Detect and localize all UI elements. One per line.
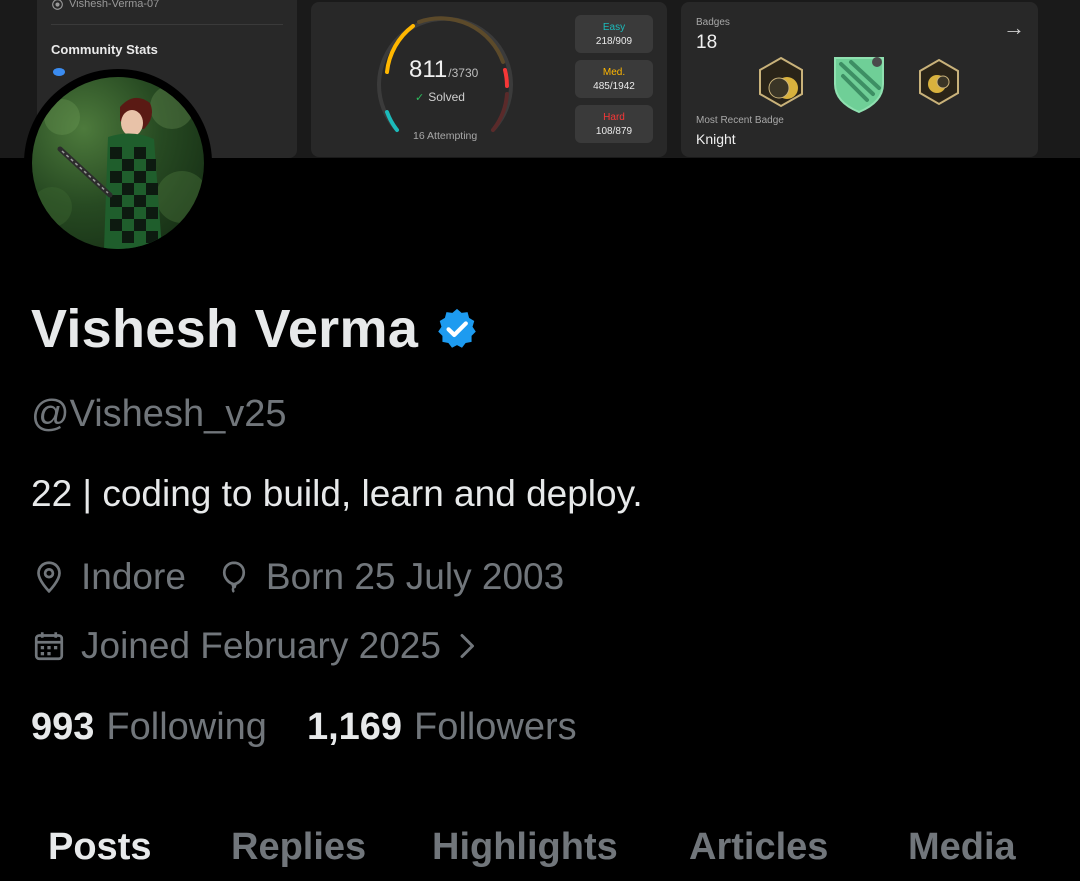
github-username: Vishesh-Verma-07 <box>69 0 160 10</box>
location-text: Indore <box>81 556 186 597</box>
calendar-icon <box>34 632 64 661</box>
profile-meta-row-2[interactable]: Joined February 2025 <box>31 625 511 667</box>
solved-number: 811 <box>409 56 448 83</box>
medium-value: 485/1942 <box>593 80 635 92</box>
tab-articles[interactable]: Articles <box>689 826 828 869</box>
leetcode-badges-card: Badges 18 → Most Recent Badge Knight <box>681 2 1038 157</box>
recent-badge-name: Knight <box>696 131 736 147</box>
hard-stat-box: Hard 108/879 <box>575 105 653 143</box>
display-name: Vishesh Verma <box>31 299 419 359</box>
birthday: Born 25 July 2003 <box>216 556 564 598</box>
eye-icon <box>53 68 65 76</box>
chevron-right-icon[interactable] <box>455 628 481 664</box>
profile-meta-row-1: Indore Born 25 July 2003 <box>31 556 594 598</box>
joined-date[interactable]: Joined February 2025 <box>31 625 481 667</box>
joined-text: Joined February 2025 <box>81 625 441 666</box>
solved-progress-ring: 811 /3730 ✓ Solved 16 Attempting <box>373 12 517 146</box>
tab-replies[interactable]: Replies <box>231 826 366 869</box>
solved-label: ✓ Solved <box>415 90 465 104</box>
following-count: 993 <box>31 706 95 748</box>
location-pin-icon <box>37 561 61 594</box>
handle: @Vishesh_v25 <box>31 393 287 435</box>
location: Indore <box>31 556 186 598</box>
avatar[interactable] <box>24 69 212 257</box>
tab-highlights[interactable]: Highlights <box>432 826 618 869</box>
leetcode-solved-card: 811 /3730 ✓ Solved 16 Attempting Easy 21… <box>311 2 667 157</box>
profile-tabs: Posts Replies Highlights Articles Media <box>0 820 1080 881</box>
followers-label: Followers <box>414 706 577 748</box>
solved-text: Solved <box>428 90 465 104</box>
badge-365-icon <box>759 56 803 108</box>
medium-stat-box: Med. 485/1942 <box>575 60 653 98</box>
github-link: Vishesh-Verma-07 <box>52 0 159 10</box>
badge-coins-icon <box>919 58 959 106</box>
verified-badge-icon[interactable] <box>434 306 480 352</box>
github-icon <box>52 0 63 10</box>
balloon-icon <box>222 561 246 593</box>
bio: 22 | coding to build, learn and deploy. <box>31 473 643 514</box>
badges-title: Badges <box>696 17 730 28</box>
following-link[interactable]: 993 Following <box>31 706 267 749</box>
easy-value: 218/909 <box>595 35 633 47</box>
easy-label: Easy <box>602 21 626 33</box>
divider <box>51 24 283 25</box>
attempting-count: 16 Attempting <box>413 130 478 142</box>
solved-count: 811 /3730 <box>409 56 478 84</box>
hard-value: 108/879 <box>595 125 633 137</box>
easy-stat-box: Easy 218/909 <box>575 15 653 53</box>
following-label: Following <box>106 706 267 748</box>
community-stats-title: Community Stats <box>51 42 158 57</box>
knight-badge-icon <box>834 57 884 114</box>
followers-link[interactable]: 1,169 Followers <box>307 706 577 749</box>
recent-badge-label: Most Recent Badge <box>696 115 784 126</box>
medium-label: Med. <box>602 66 626 78</box>
followers-count: 1,169 <box>306 706 403 748</box>
arrow-right-icon: → <box>1003 15 1025 40</box>
check-icon: ✓ <box>415 91 425 104</box>
tab-posts[interactable]: Posts <box>48 826 151 869</box>
profile-page: Vishesh-Verma-07 Community Stats 811 /37… <box>0 0 1080 881</box>
name-row: Vishesh Verma <box>31 298 480 360</box>
avatar-illustration <box>32 85 204 249</box>
avatar-image <box>32 77 204 249</box>
birthday-text: Born 25 July 2003 <box>265 556 565 597</box>
hard-arc-1 <box>503 68 509 88</box>
tab-media[interactable]: Media <box>908 826 1016 869</box>
total-number: /3730 <box>448 66 479 80</box>
follow-stats: 993 Following 1,169 Followers <box>31 706 617 749</box>
badges-count: 18 <box>696 32 718 53</box>
hard-label: Hard <box>603 111 625 123</box>
